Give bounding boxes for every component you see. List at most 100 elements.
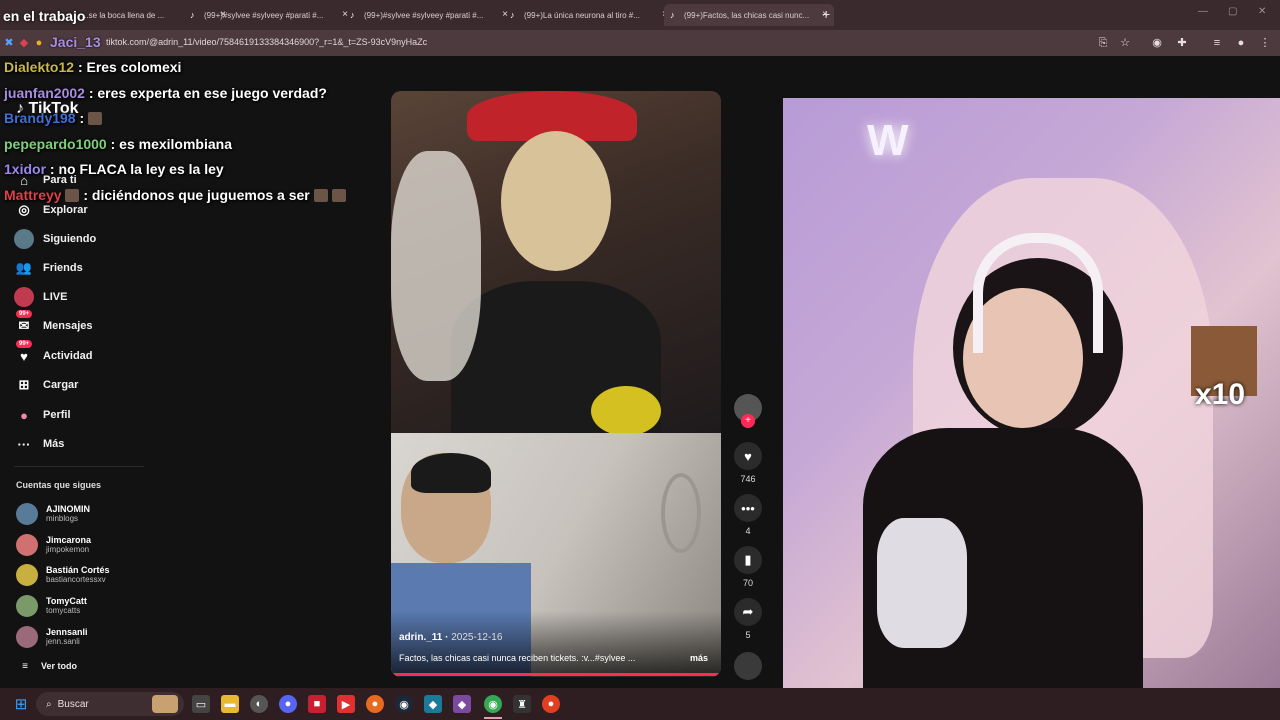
alert-icon[interactable]: ●	[32, 36, 46, 50]
sidebar-item-mas[interactable]: ··· Más	[14, 432, 65, 456]
emote-icon	[88, 112, 103, 125]
friends-icon: 👥	[15, 260, 33, 275]
following-section-title: Cuentas que sigues	[16, 480, 102, 490]
chat-message: Mattreyy : diciéndonos que juguemos a se…	[4, 187, 346, 203]
avatar	[16, 534, 38, 556]
list-icon: ≡	[22, 660, 28, 672]
bookmark-star-icon[interactable]: ☆	[1118, 36, 1132, 50]
mirror	[661, 473, 701, 553]
headphones	[973, 233, 1103, 353]
caption-gradient	[391, 611, 721, 677]
video-author[interactable]: adrin._11 · 2025-12-16	[399, 632, 502, 643]
comment-button[interactable]: ••• 4	[733, 494, 763, 536]
extension-icon[interactable]: ✖	[2, 36, 16, 50]
see-all-link[interactable]: ≡ Ver todo	[18, 654, 77, 678]
address-bar: ✖ ◆ ● Jaci_13 tiktok.com/@adrin_11/video…	[0, 30, 1280, 56]
sidebar-item-cargar[interactable]: ⊞ Cargar	[14, 373, 79, 397]
maximize-icon[interactable]: ▢	[1228, 6, 1237, 17]
discord-icon[interactable]: ●	[279, 695, 297, 713]
neon-sign-icon: W	[867, 116, 909, 165]
media-icon[interactable]: ≡	[1210, 36, 1224, 50]
followed-account[interactable]: Jimcarona jimpokemon	[16, 532, 91, 558]
app-icon[interactable]: ♜	[513, 695, 531, 713]
plush-toy	[591, 386, 661, 436]
live-icon	[14, 287, 34, 307]
streamer-webcam: W x10	[783, 98, 1280, 688]
extensions-puzzle-icon[interactable]: ✚	[1175, 36, 1189, 50]
video-caption: Factos, las chicas casi nunca reciben ti…	[399, 653, 636, 663]
minimize-icon[interactable]: —	[1198, 6, 1208, 17]
save-button[interactable]: ▮ 70	[733, 546, 763, 588]
tiktok-icon: ♪	[350, 10, 355, 20]
app-icon[interactable]: ◐	[250, 695, 268, 713]
notification-badge: 99+	[16, 310, 33, 318]
emote-icon	[65, 189, 80, 202]
share-button[interactable]: ➦ 5	[733, 598, 763, 640]
new-tab-button[interactable]: +	[822, 6, 830, 22]
tiktok-icon: ♪	[190, 10, 195, 20]
bookmark-icon: ▮	[734, 546, 762, 574]
more-caption-link[interactable]: más	[690, 653, 708, 663]
tiktok-icon: ♪	[510, 10, 515, 20]
chat-message: Dialekto12 : Eres colomexi	[4, 59, 182, 75]
app-icon[interactable]: ◆	[453, 695, 471, 713]
shield-icon[interactable]: ◆	[17, 36, 31, 50]
video-progress-bar[interactable]	[391, 673, 721, 676]
overlay-username: Jaci_13	[50, 34, 101, 50]
app-icon[interactable]: ●	[542, 695, 560, 713]
app-icon[interactable]: ▶	[337, 695, 355, 713]
profile-icon: ●	[20, 407, 28, 423]
sidebar-item-live[interactable]: LIVE	[14, 285, 67, 309]
follow-plus-icon[interactable]: +	[741, 414, 755, 428]
followed-account[interactable]: Bastián Cortés bastiancortessxv	[16, 562, 110, 588]
steam-icon[interactable]: ◉	[395, 695, 413, 713]
person-head	[501, 131, 611, 271]
creator-avatar[interactable]: +	[733, 394, 763, 428]
music-disc[interactable]	[733, 652, 763, 680]
task-view-icon[interactable]: ▭	[192, 695, 210, 713]
browser-tab[interactable]: ♪(99+)La única neurona al tiro #...×	[504, 4, 674, 26]
emote-icon	[331, 189, 346, 202]
taskbar-search[interactable]: ⌕ Buscar	[36, 692, 184, 716]
share-arrow-icon: ➦	[734, 598, 762, 626]
music-disc-icon	[734, 652, 762, 680]
avatar	[16, 564, 38, 586]
chat-message: Brandy198 :	[4, 110, 103, 126]
activity-icon: ♥ 99+	[14, 340, 34, 366]
search-highlight-icon	[152, 695, 178, 713]
windows-start-icon[interactable]: ⊞	[12, 695, 30, 713]
url-field[interactable]: tiktok.com/@adrin_11/video/7584619133384…	[106, 37, 427, 47]
sidebar-item-siguiendo[interactable]: Siguiendo	[14, 227, 96, 251]
followed-account[interactable]: AJINOMIN minblogs	[16, 501, 90, 527]
profile-extension-icon[interactable]: ◉	[1150, 36, 1164, 50]
close-window-icon[interactable]: ✕	[1258, 6, 1266, 17]
chrome-icon[interactable]: ◉	[484, 695, 502, 713]
reaction-multiplier: x10	[1195, 378, 1246, 411]
humidifier	[877, 518, 967, 648]
avatar-icon[interactable]: ●	[1234, 36, 1248, 50]
overlay-title: en el trabajo	[3, 8, 86, 24]
browser-tab[interactable]: ♪ (99+)#sylvee #sylveey #parati #... ×	[184, 4, 354, 26]
followed-account[interactable]: TomyCatt tomycatts	[16, 593, 87, 619]
sidebar-item-friends[interactable]: 👥 Friends	[14, 256, 83, 280]
followed-account[interactable]: Jennsanli jenn.sanli	[16, 624, 88, 650]
sidebar-item-mensajes[interactable]: ✉ 99+ Mensajes	[14, 310, 93, 338]
video-player[interactable]: adrin._11 · 2025-12-16 Factos, las chica…	[391, 91, 721, 677]
notification-badge: 99+	[16, 340, 33, 348]
chat-message: 1xidor : no FLACA la ley es la ley	[4, 161, 224, 177]
browser-tab[interactable]: ♪ (99+)#sylvee #sylveey #parati #... ×	[344, 4, 514, 26]
app-icon[interactable]: ◆	[424, 695, 442, 713]
browser-tab-active[interactable]: ♪ (99+)Factos, las chicas casi nunc... ×	[664, 4, 834, 26]
firefox-icon[interactable]: ●	[366, 695, 384, 713]
app-icon[interactable]: ■	[308, 695, 326, 713]
taskbar: ⊞ ⌕ Buscar ▭ ▬ ◐ ● ■ ▶ ● ◉ ◆ ◆ ◉ ♜ ●	[0, 688, 1280, 720]
sidebar-item-perfil[interactable]: ● Perfil	[14, 403, 70, 427]
install-icon[interactable]: ⎘	[1096, 36, 1110, 50]
like-button[interactable]: ♥ 746	[733, 442, 763, 484]
menu-dots-icon[interactable]: ⋮	[1258, 36, 1272, 50]
file-explorer-icon[interactable]: ▬	[221, 695, 239, 713]
heart-icon: ♥	[734, 442, 762, 470]
sidebar-item-actividad[interactable]: ♥ 99+ Actividad	[14, 340, 93, 368]
video-top-panel	[391, 91, 721, 436]
messages-icon: ✉ 99+	[14, 310, 34, 336]
